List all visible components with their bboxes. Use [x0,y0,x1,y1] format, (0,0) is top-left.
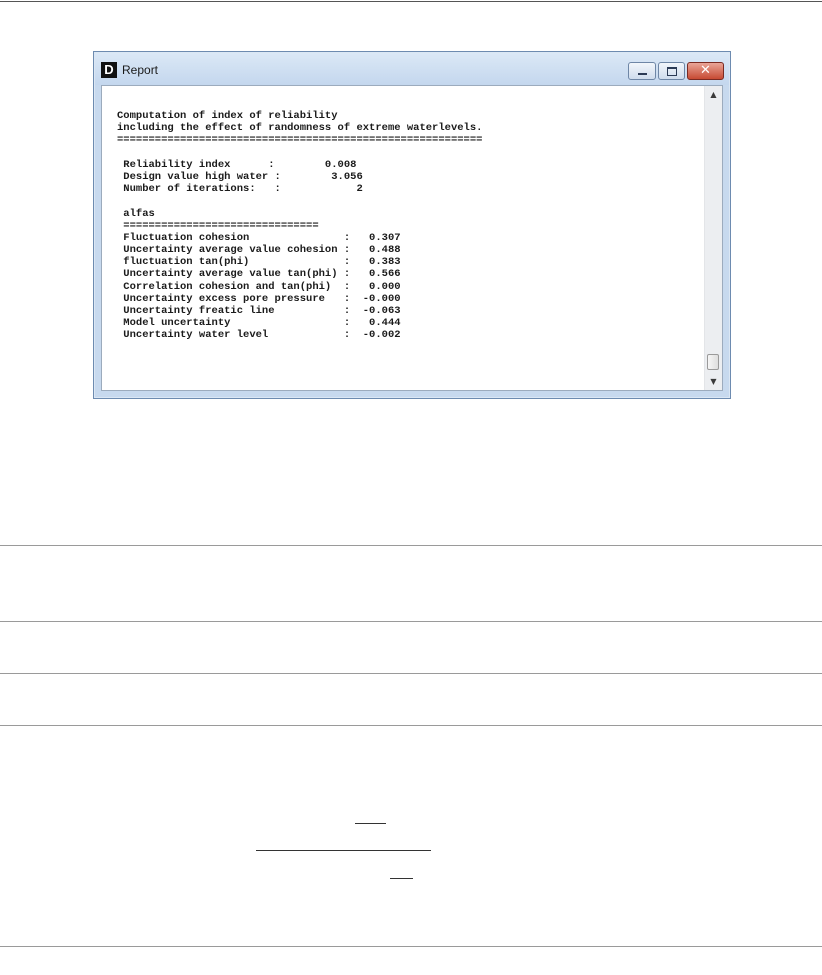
report-line: Computation of index of reliability [117,110,338,122]
formula-fraction-bar [256,850,431,851]
report-line: Uncertainty water level : -0.002 [117,329,401,342]
report-line: alfas [117,207,155,220]
arrow-up-icon[interactable]: ▲ [705,86,722,103]
close-icon: ✕ [700,63,711,78]
report-line: Design value high water : 3.056 [117,170,363,183]
page-divider [0,673,822,674]
report-content: Computation of index of reliability inclu… [117,110,707,342]
page-divider [0,545,822,546]
report-line: Number of iterations: : 2 [117,183,363,196]
minimize-button[interactable] [628,62,656,80]
report-window[interactable]: D Report ✕ Computation of index of relia… [93,51,731,399]
window-title: Report [122,63,159,77]
report-line: Uncertainty freatic line : -0.063 [117,305,401,317]
report-line: Correlation cohesion and tan(phi) : 0.00… [117,280,401,293]
report-line [117,195,707,207]
report-text-area[interactable]: Computation of index of reliability inclu… [101,85,723,391]
vertical-scrollbar[interactable]: ▲ ▼ [704,86,722,390]
maximize-icon [667,67,677,76]
report-line: fluctuation tan(phi) : 0.383 [117,256,401,269]
page-divider [0,725,822,726]
report-line: Fluctuation cohesion : 0.307 [117,231,401,244]
report-line: Uncertainty excess pore pressure : -0.00… [117,292,401,305]
report-line [117,147,707,159]
arrow-down-icon[interactable]: ▼ [705,373,722,390]
page-top-rule [0,1,822,2]
minimize-icon [638,73,647,75]
scrollbar-thumb[interactable] [707,354,719,370]
title-bar[interactable]: D Report ✕ [95,53,729,85]
report-line: Uncertainty average value tan(phi) : 0.5… [117,268,401,281]
close-button[interactable]: ✕ [687,62,724,80]
maximize-button[interactable] [658,62,685,80]
report-line: Model uncertainty : 0.444 [117,317,401,330]
report-line: ========================================… [117,134,483,147]
page-divider [0,621,822,622]
app-logo-icon: D [101,62,117,78]
report-line: Uncertainty average value cohesion : 0.4… [117,244,401,257]
report-line: including the effect of randomness of ex… [117,122,483,135]
page-divider [0,946,822,947]
report-line: Reliability index : 0.008 [117,158,357,171]
report-line: =============================== [117,219,319,232]
formula-fraction-bar [355,823,386,824]
formula-fraction-bar [390,878,413,879]
